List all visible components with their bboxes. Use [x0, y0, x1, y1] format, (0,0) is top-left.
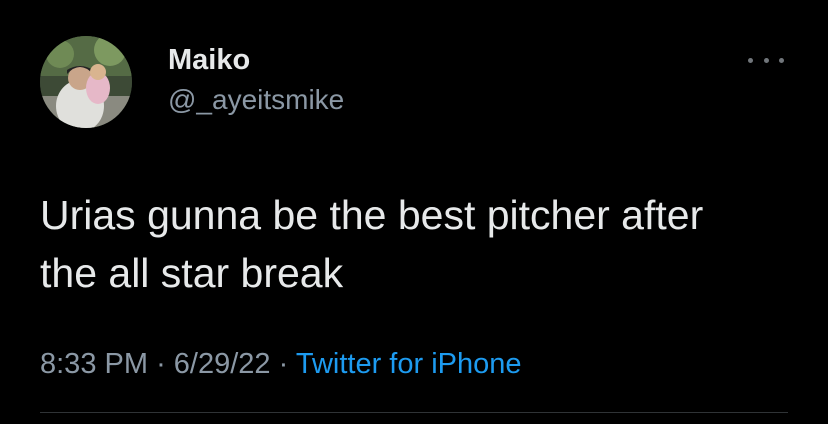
display-name[interactable]: Maiko [168, 44, 250, 77]
tweet-source-link[interactable]: Twitter for iPhone [296, 348, 522, 380]
avatar[interactable] [40, 36, 132, 128]
tweet-text: Urias gunna be the best pitcher after th… [40, 186, 800, 302]
tweet-text-line: the all star break [40, 250, 344, 296]
avatar-photo [40, 36, 132, 128]
tweet-metadata: 8:33 PM · 6/29/22 · Twitter for iPhone [40, 348, 522, 381]
tweet-time[interactable]: 8:33 PM [40, 348, 148, 380]
meta-separator: · [278, 348, 289, 380]
meta-separator: · [156, 348, 166, 380]
more-horizontal-icon-dot [779, 57, 784, 63]
more-horizontal-icon [748, 57, 753, 63]
tweet-text-line: Urias gunna be the best pitcher after [40, 192, 704, 238]
tweet-card: Maiko @_ayeitsmike Urias gunna be the be… [0, 0, 828, 424]
user-handle[interactable]: @_ayeitsmike [168, 84, 344, 116]
divider [40, 412, 788, 413]
more-options-button[interactable] [748, 50, 784, 70]
more-horizontal-icon-dot [763, 57, 769, 63]
tweet-date[interactable]: 6/29/22 [174, 348, 271, 380]
